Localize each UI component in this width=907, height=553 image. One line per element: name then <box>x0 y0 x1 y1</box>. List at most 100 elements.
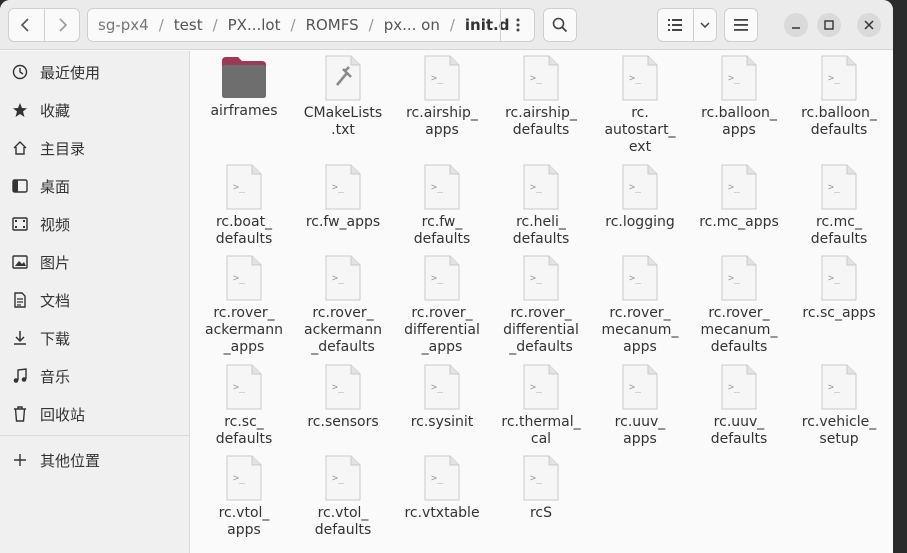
file-item[interactable]: >_ rc.fw_apps <box>293 164 393 231</box>
folder-item[interactable]: airframes <box>194 55 294 120</box>
script-file-icon: >_ <box>293 364 393 410</box>
desktop-background <box>893 0 907 553</box>
file-item[interactable]: >_ rc.rover_ differential _defaults <box>491 255 591 356</box>
script-file-icon: >_ <box>789 364 889 410</box>
sidebar-item-starred[interactable]: 收藏 <box>0 93 190 127</box>
file-name-label: rc.airship_ defaults <box>491 105 591 139</box>
file-name-line: rc.heli_ <box>516 214 566 230</box>
sidebar-item-downloads[interactable]: 下载 <box>0 321 190 355</box>
svg-text:>_: >_ <box>431 473 444 484</box>
search-button[interactable] <box>543 8 577 42</box>
script-file-icon: >_ <box>392 55 492 101</box>
file-name-label: rc.logging <box>590 214 690 231</box>
file-item[interactable]: >_ rc.boat_ defaults <box>194 164 294 248</box>
file-name-label: airframes <box>194 103 294 120</box>
minimize-button[interactable] <box>784 13 808 37</box>
sidebar-item-pictures[interactable]: 图片 <box>0 245 190 279</box>
sidebar-item-home[interactable]: 主目录 <box>0 131 190 165</box>
svg-text:>_: >_ <box>828 382 841 393</box>
script-file-icon: >_ <box>392 164 492 210</box>
folder-icon <box>194 55 294 99</box>
file-item[interactable]: >_ rc.rover_ mecanum_ apps <box>590 255 690 356</box>
chevron-left-icon <box>21 18 30 32</box>
search-icon <box>552 17 568 33</box>
path-separator: / <box>212 16 218 34</box>
file-item[interactable]: >_ rc.balloon_ apps <box>689 55 789 139</box>
maximize-button[interactable] <box>817 13 841 37</box>
file-name-line: rc.rover_ <box>411 305 473 321</box>
file-item[interactable]: >_ rc.sc_ defaults <box>194 364 294 448</box>
file-name-line: apps <box>623 431 657 447</box>
file-item[interactable]: CMakeLists .txt <box>293 55 393 139</box>
file-item[interactable]: >_ rc. autostart_ ext <box>590 55 690 156</box>
path-segment-root[interactable]: sg-px4 <box>88 16 155 34</box>
svg-text:>_: >_ <box>332 273 345 284</box>
sidebar-item-label: 桌面 <box>40 177 71 196</box>
file-name-label: rc.sc_ defaults <box>194 414 294 448</box>
svg-text:>_: >_ <box>431 273 444 284</box>
file-name-line: defaults <box>314 522 372 538</box>
path-segment-test[interactable]: test <box>168 16 209 34</box>
file-name-label: rc.sc_apps <box>789 305 889 322</box>
file-name-label: rc.rover_ ackermann _apps <box>194 305 294 356</box>
file-name-label: rc.heli_ defaults <box>491 214 591 248</box>
path-segment-px4-autopilot[interactable]: PX...lot <box>222 16 287 34</box>
sidebar-item-recent[interactable]: 最近使用 <box>0 55 190 89</box>
file-item[interactable]: >_ rc.rover_ ackermann _defaults <box>293 255 393 356</box>
file-item[interactable]: >_ rc.vtol_ defaults <box>293 455 393 539</box>
file-item[interactable]: >_ rc.fw_ defaults <box>392 164 492 248</box>
file-name-line: rc.uuv_ <box>713 414 765 430</box>
file-item[interactable]: >_ rc.vehicle_ setup <box>789 364 889 448</box>
view-dropdown-button[interactable] <box>692 9 716 41</box>
file-item[interactable]: >_ rcS <box>491 455 591 522</box>
file-name-line: rc. <box>631 105 649 121</box>
file-name-label: rc.rover_ ackermann _defaults <box>293 305 393 356</box>
back-button[interactable] <box>9 9 44 41</box>
list-view-button[interactable] <box>658 9 693 41</box>
file-item[interactable]: >_ rc.heli_ defaults <box>491 164 591 248</box>
svg-text:>_: >_ <box>431 382 444 393</box>
file-item[interactable]: >_ rc.sc_apps <box>789 255 889 322</box>
vertical-dots-icon <box>516 18 519 32</box>
document-icon <box>0 292 40 308</box>
path-segment-romfs[interactable]: ROMFS <box>300 16 365 34</box>
file-item[interactable]: >_ rc.mc_ defaults <box>789 164 889 248</box>
file-item[interactable]: >_ rc.sysinit <box>392 364 492 431</box>
sidebar-item-label: 图片 <box>40 253 71 272</box>
file-name-line: rc.balloon_ <box>801 105 877 121</box>
file-name-line: rc.fw_apps <box>305 214 381 230</box>
sidebar-item-documents[interactable]: 文档 <box>0 283 190 317</box>
file-item[interactable]: >_ rc.vtxtable <box>392 455 492 522</box>
file-name-label: rc.boat_ defaults <box>194 214 294 248</box>
sidebar-item-other-locations[interactable]: 其他位置 <box>0 443 190 477</box>
file-item[interactable]: >_ rc.balloon_ defaults <box>789 55 889 139</box>
file-item[interactable]: >_ rc.vtol_ apps <box>194 455 294 539</box>
file-item[interactable]: >_ rc.uuv_ defaults <box>689 364 789 448</box>
file-item[interactable]: >_ rc.uuv_ apps <box>590 364 690 448</box>
svg-text:>_: >_ <box>828 73 841 84</box>
file-name-line: mecanum_ <box>601 322 679 338</box>
close-button[interactable] <box>857 13 881 37</box>
file-item[interactable]: >_ rc.rover_ ackermann _apps <box>194 255 294 356</box>
file-item[interactable]: >_ rc.rover_ differential _apps <box>392 255 492 356</box>
file-item[interactable]: >_ rc.airship_ apps <box>392 55 492 139</box>
file-item[interactable]: >_ rc.thermal_ cal <box>491 364 591 448</box>
forward-button[interactable] <box>43 9 79 41</box>
file-item[interactable]: >_ rc.rover_ mecanum_ defaults <box>689 255 789 356</box>
sidebar-item-music[interactable]: 音乐 <box>0 359 190 393</box>
file-item[interactable]: >_ rc.airship_ defaults <box>491 55 591 139</box>
file-name-line: rc.sc_ <box>224 414 264 430</box>
file-item[interactable]: >_ rc.logging <box>590 164 690 231</box>
cmake-file-icon <box>293 55 393 101</box>
file-name-line: defaults <box>710 339 768 355</box>
sidebar-item-trash[interactable]: 回收站 <box>0 397 190 431</box>
main-menu-button[interactable] <box>724 8 758 42</box>
path-menu-button[interactable] <box>500 9 534 41</box>
file-item[interactable]: >_ rc.mc_apps <box>689 164 789 231</box>
sidebar-item-videos[interactable]: 视频 <box>0 207 190 241</box>
file-name-line: rc.vtol_ <box>317 505 369 521</box>
file-name-line: rc.balloon_ <box>701 105 777 121</box>
sidebar-item-desktop[interactable]: 桌面 <box>0 169 190 203</box>
file-item[interactable]: >_ rc.sensors <box>293 364 393 431</box>
path-segment-px4fmu-common[interactable]: px... on <box>378 16 446 34</box>
